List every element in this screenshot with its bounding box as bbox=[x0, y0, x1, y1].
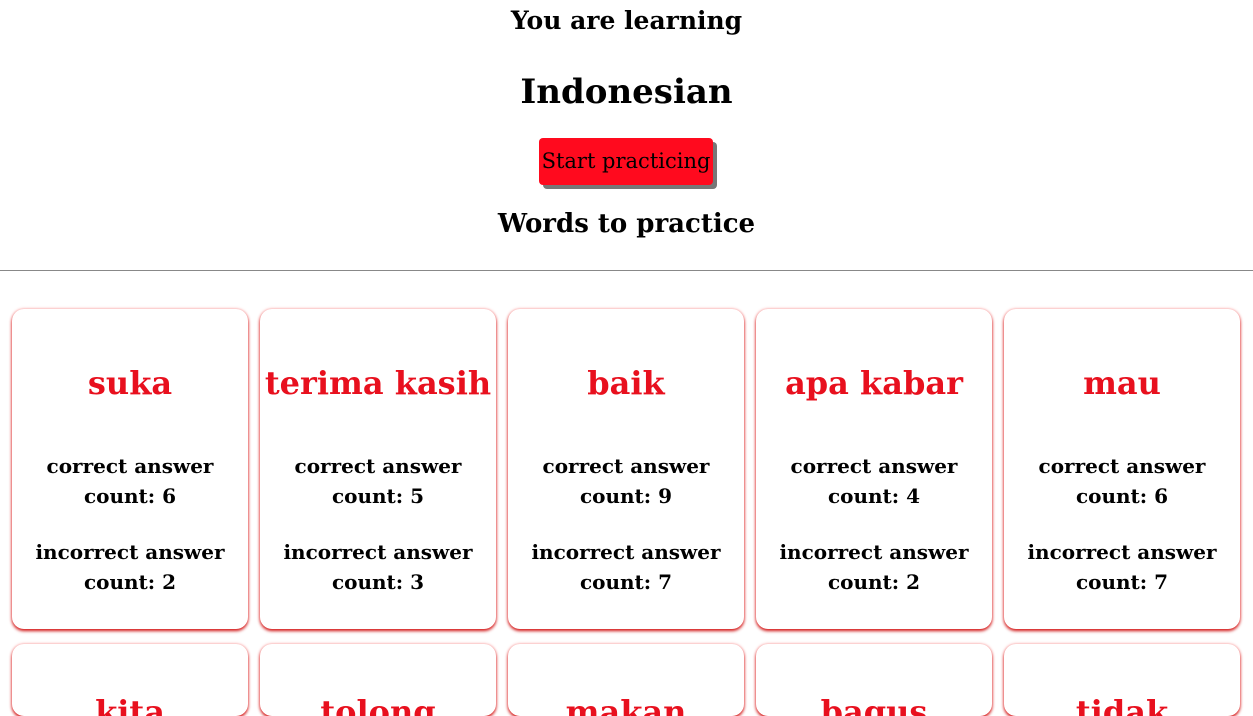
word-card[interactable]: terima kasih correct answer count: 5 inc… bbox=[260, 309, 496, 629]
word-card[interactable]: baik correct answer count: 9 incorrect a… bbox=[508, 309, 744, 629]
card-word: kita bbox=[95, 693, 165, 716]
learning-label: You are learning bbox=[510, 6, 743, 35]
correct-answer-count: correct answer count: 5 bbox=[294, 454, 462, 508]
correct-answer-count: correct answer count: 6 bbox=[1038, 454, 1206, 508]
card-word: tolong bbox=[320, 693, 436, 716]
word-card[interactable]: suka correct answer count: 6 incorrect a… bbox=[12, 309, 248, 629]
word-card[interactable]: makan bbox=[508, 644, 744, 716]
incorrect-answer-count: incorrect answer count: 7 bbox=[531, 540, 721, 594]
incorrect-answer-count: incorrect answer count: 3 bbox=[283, 540, 473, 594]
incorrect-answer-count: incorrect answer count: 7 bbox=[1027, 540, 1217, 594]
card-word: suka bbox=[87, 364, 173, 402]
word-card[interactable]: kita bbox=[12, 644, 248, 716]
word-card[interactable]: mau correct answer count: 6 incorrect an… bbox=[1004, 309, 1240, 629]
correct-answer-count: correct answer count: 4 bbox=[790, 454, 958, 508]
divider bbox=[0, 270, 1253, 271]
card-word: makan bbox=[565, 693, 687, 716]
word-card[interactable]: apa kabar correct answer count: 4 incorr… bbox=[756, 309, 992, 629]
start-practicing-button[interactable]: Start practicing bbox=[539, 138, 713, 185]
language-title: Indonesian bbox=[520, 72, 733, 112]
card-word: baik bbox=[587, 364, 665, 402]
correct-answer-count: correct answer count: 6 bbox=[46, 454, 214, 508]
card-word: apa kabar bbox=[785, 364, 963, 402]
words-to-practice-heading: Words to practice bbox=[497, 209, 756, 239]
card-word: bagus bbox=[820, 693, 928, 716]
word-card[interactable]: tolong bbox=[260, 644, 496, 716]
word-card[interactable]: bagus bbox=[756, 644, 992, 716]
correct-answer-count: correct answer count: 9 bbox=[542, 454, 710, 508]
incorrect-answer-count: incorrect answer count: 2 bbox=[35, 540, 225, 594]
incorrect-answer-count: incorrect answer count: 2 bbox=[779, 540, 969, 594]
card-word: tidak bbox=[1075, 693, 1169, 716]
page: You are learning Indonesian Start practi… bbox=[0, 0, 1253, 716]
card-word: mau bbox=[1083, 364, 1161, 402]
word-card[interactable]: tidak bbox=[1004, 644, 1240, 716]
card-word: terima kasih bbox=[264, 364, 492, 402]
